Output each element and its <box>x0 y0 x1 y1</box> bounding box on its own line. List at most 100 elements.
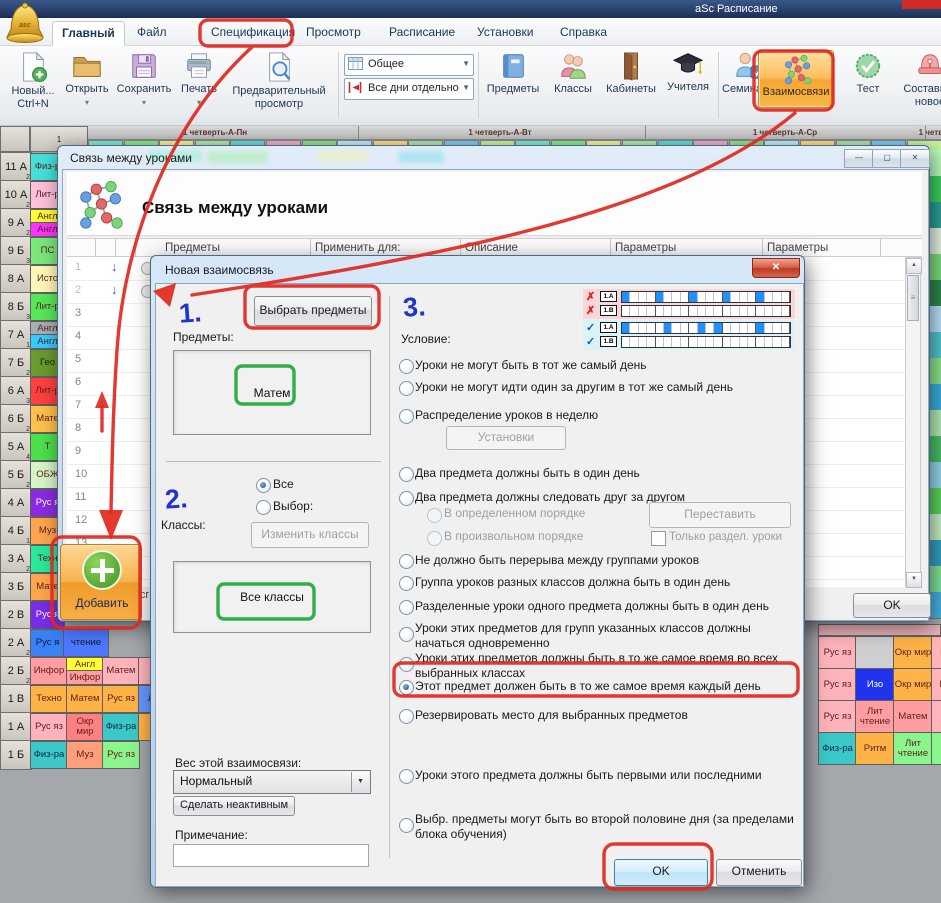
scrollbar[interactable]: ▲ ▼ ≡ <box>905 257 921 587</box>
condition-radio-7[interactable] <box>399 600 414 615</box>
condition-radio-13[interactable] <box>399 818 414 833</box>
condition-option-label[interactable]: Уроки не могут идти один за другим в тот… <box>415 380 797 395</box>
rooms-button[interactable]: Кабинеты <box>602 48 660 124</box>
lesson-cell[interactable]: Рус яз <box>102 741 140 769</box>
condition-radio-9[interactable] <box>399 657 414 672</box>
class-label[interactable]: 8 Б3 <box>0 292 32 322</box>
print-button[interactable]: Печать ▾ <box>176 48 222 124</box>
condition-radio-2[interactable] <box>399 409 414 424</box>
condition-option-label[interactable]: Группа уроков разных классов должна быть… <box>415 575 797 590</box>
class-label[interactable]: 5 А4 <box>0 432 32 462</box>
classes-choice-radio[interactable] <box>256 500 271 515</box>
menu-item-установки[interactable]: Установки <box>468 21 542 44</box>
menu-item-главный[interactable]: Главный <box>52 21 125 46</box>
lesson-cell[interactable]: Ма <box>931 668 941 701</box>
lesson-cell[interactable]: Техно <box>30 685 68 713</box>
class-label[interactable]: 3 Б <box>0 572 32 602</box>
order-any-radio[interactable] <box>427 531 442 546</box>
teachers-button[interactable]: Учителя <box>662 48 714 124</box>
class-label[interactable]: 7 А1 <box>0 320 32 350</box>
lesson-cell[interactable]: Рус яз <box>818 700 857 733</box>
menu-item-справка[interactable]: Справка <box>551 21 616 44</box>
condition-radio-3[interactable] <box>399 467 414 482</box>
class-label[interactable]: 5 Б2 <box>0 460 32 490</box>
classes-button[interactable]: Классы <box>546 48 600 124</box>
scroll-down-icon[interactable]: ▼ <box>906 572 922 588</box>
condition-radio-11[interactable] <box>399 709 414 724</box>
class-label[interactable]: 11 А2 <box>0 152 32 182</box>
lesson-cell[interactable]: Рус яз <box>102 685 140 713</box>
generate-new-button[interactable]: Составить новое <box>894 48 941 124</box>
lesson-cell[interactable]: Инфор <box>30 657 68 685</box>
deactivate-button[interactable]: Сделать неактивным <box>173 796 295 816</box>
scrollbar-thumb[interactable]: ≡ <box>907 275 919 321</box>
change-classes-button[interactable]: Изменить классы <box>251 522 369 548</box>
column-header[interactable]: Применить для: <box>315 242 400 254</box>
menu-item-просмотр[interactable]: Просмотр <box>297 21 370 44</box>
scroll-up-icon[interactable]: ▲ <box>906 258 922 274</box>
condition-option-label[interactable]: Не должно быть перерыва между группами у… <box>415 553 797 568</box>
condition-radio-0[interactable] <box>399 359 414 374</box>
condition-option-label[interactable]: Разделенные уроки одного предмета должны… <box>415 599 797 614</box>
close-button[interactable]: ✕ <box>900 149 930 168</box>
ok-button[interactable]: OK <box>614 859 708 886</box>
class-label[interactable]: 2 В <box>0 600 32 630</box>
note-input[interactable] <box>173 844 369 867</box>
lesson-cell[interactable]: Матем <box>102 657 140 685</box>
class-label[interactable]: 4 А <box>0 488 32 518</box>
condition-option-label[interactable]: Этот предмет должен быть в то же самое в… <box>415 679 797 694</box>
classes-all-radio[interactable] <box>256 478 271 493</box>
menu-item-файл[interactable]: Файл <box>128 21 176 44</box>
lesson-cell[interactable]: Физ-ра <box>102 713 140 741</box>
lesson-cell[interactable]: Лит чтение <box>855 700 895 733</box>
column-header[interactable]: Параметры <box>767 242 828 254</box>
relations-button[interactable]: Взаимосвязи <box>758 50 834 108</box>
maximize-button[interactable]: ▢ <box>872 149 902 168</box>
cancel-button[interactable]: Отменить <box>716 859 802 886</box>
class-label[interactable]: 7 Б2 <box>0 348 32 378</box>
column-header[interactable]: Параметры <box>615 242 676 254</box>
lesson-cell[interactable] <box>855 636 895 669</box>
minimize-button[interactable]: — <box>844 149 874 168</box>
condition-radio-12[interactable] <box>399 769 414 784</box>
condition-option-label[interactable]: Два предмета должны быть в один день <box>415 466 797 481</box>
add-relation-button[interactable]: Добавить <box>60 544 142 620</box>
class-label[interactable]: 1 В <box>0 684 32 714</box>
subjects-button[interactable]: Предметы <box>482 48 544 124</box>
save-button[interactable]: Сохранить ▾ <box>114 48 174 124</box>
class-label[interactable]: 1 Б <box>0 740 32 770</box>
days-combo[interactable]: Все дни отдельно ▼ <box>344 78 474 100</box>
class-label[interactable]: 8 А <box>0 264 32 294</box>
settings-button[interactable]: Установки <box>446 426 566 450</box>
condition-radio-1[interactable] <box>399 381 414 396</box>
class-label[interactable]: 2 Б2 <box>0 656 32 686</box>
condition-option-label[interactable]: Уроки не могут быть в тот же самый день <box>415 358 797 373</box>
column-header[interactable]: Предметы <box>165 242 220 254</box>
lesson-cell[interactable]: Ру <box>931 732 941 765</box>
lesson-cell[interactable]: Рус яз <box>818 668 857 701</box>
class-label[interactable]: 3 А2 <box>0 544 32 574</box>
condition-radio-5[interactable] <box>399 554 414 569</box>
lesson-cell[interactable]: Окр мир <box>893 636 933 669</box>
class-label[interactable]: 4 Б1 <box>0 516 32 546</box>
new-button[interactable]: Новый... Ctrl+N <box>6 48 60 124</box>
condition-radio-10[interactable] <box>399 680 414 695</box>
condition-option-label[interactable]: Уроки этих предметов для групп указанных… <box>415 621 797 651</box>
order-fixed-radio[interactable] <box>427 508 442 523</box>
condition-radio-4[interactable] <box>399 491 414 506</box>
open-button[interactable]: Открыть ▾ <box>62 48 112 124</box>
only-split-checkbox[interactable] <box>651 531 666 546</box>
class-label[interactable]: 10 А2 <box>0 180 32 210</box>
lesson-cell[interactable]: Матем <box>66 685 104 713</box>
print-preview-button[interactable]: Предварительный просмотр <box>224 48 334 124</box>
lesson-cell[interactable]: Рус я <box>30 629 65 657</box>
lesson-cell[interactable]: чтение <box>63 629 109 657</box>
lesson-cell[interactable]: Муз <box>66 741 104 769</box>
lesson-cell[interactable]: Ритм <box>855 732 895 765</box>
move-down-icon[interactable]: ↓ <box>111 259 118 274</box>
condition-option-label[interactable]: Уроки этого предмета должны быть первыми… <box>415 768 797 783</box>
condition-option-label[interactable]: Выбр. предметы могут быть во второй поло… <box>415 812 797 842</box>
app-logo-bell-icon[interactable]: asc <box>3 1 47 52</box>
lesson-cell[interactable]: Изо <box>855 668 895 701</box>
lesson-cell[interactable]: И <box>931 700 941 733</box>
